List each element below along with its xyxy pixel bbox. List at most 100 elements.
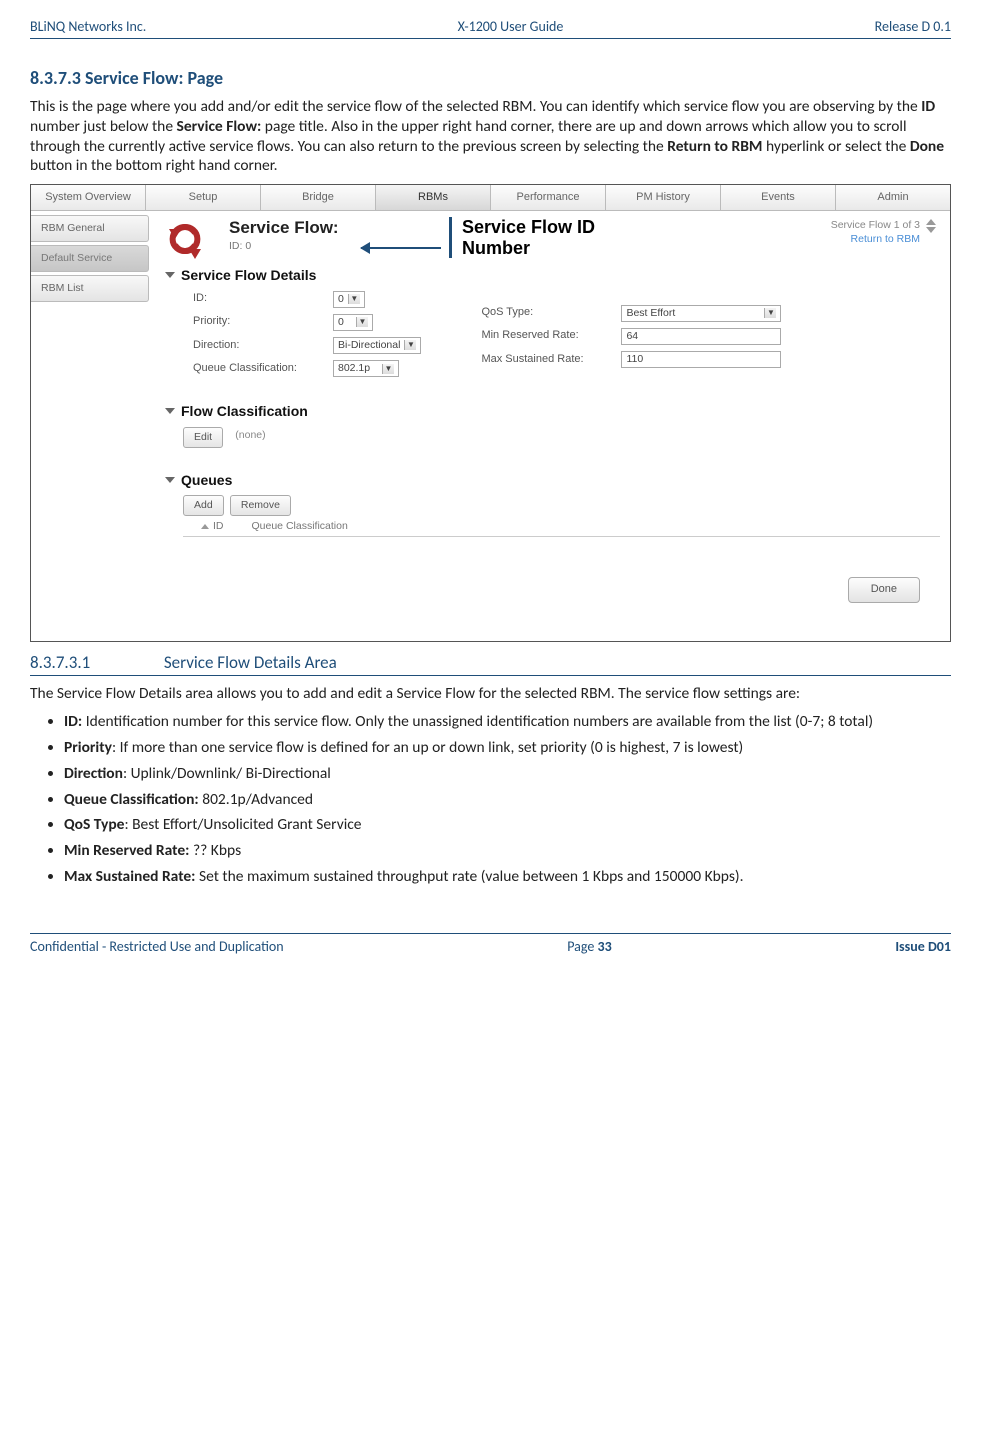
- pager-area: Service Flow 1 of 3 Return to RBM: [831, 219, 936, 246]
- li-bold: Min Reserved Rate:: [64, 841, 189, 860]
- select-direction[interactable]: Bi-Directional▼: [333, 337, 421, 354]
- input-min-reserved[interactable]: 64: [621, 328, 781, 345]
- li-text: : Uplink/Downlink/ Bi-Directional: [123, 764, 331, 783]
- annot-l1: Service Flow ID: [462, 217, 595, 237]
- sec-num: 8.3.7.3: [30, 67, 81, 89]
- annotation-arrow: [361, 247, 441, 249]
- select-priority[interactable]: 0▼: [333, 314, 373, 331]
- val: 0: [338, 316, 344, 329]
- caret-icon[interactable]: [165, 408, 175, 414]
- bold-id: ID: [921, 97, 935, 116]
- hdr-left: BLiNQ Networks Inc.: [30, 18, 146, 36]
- grp-label: Flow Classification: [181, 403, 308, 419]
- service-flow-id-text: ID: 0: [229, 240, 339, 253]
- li-bold: Max Sustained Rate:: [64, 867, 195, 886]
- col-queue-class[interactable]: Queue Classification: [252, 520, 348, 533]
- tab-system-overview[interactable]: System Overview: [31, 185, 146, 211]
- li-bold: QoS Type: [64, 815, 124, 834]
- li-text: Identification number for this service f…: [82, 712, 873, 731]
- details-fields: ID:0▼ Priority:0▼ Direction:Bi-Direction…: [193, 291, 940, 378]
- dropdown-icon: ▼: [404, 340, 416, 350]
- lbl-queue-class: Queue Classification:: [193, 362, 333, 376]
- val: 802.1p: [338, 362, 370, 375]
- left-sidebar: RBM General Default Service RBM List: [31, 211, 149, 641]
- bold-sf: Service Flow:: [177, 117, 262, 136]
- list-item: Direction: Uplink/Downlink/ Bi-Direction…: [64, 764, 951, 784]
- remove-button[interactable]: Remove: [230, 495, 291, 516]
- section-heading-83731: 8.3.7.3.1 Service Flow Details Area: [30, 652, 951, 676]
- hdr-right: Release D 0.1: [875, 18, 951, 36]
- list-item: QoS Type: Best Effort/Unsolicited Grant …: [64, 815, 951, 835]
- list-item: Queue Classification: 802.1p/Advanced: [64, 790, 951, 810]
- val: Best Effort: [626, 307, 675, 320]
- screenshot-service-flow-page: System Overview Setup Bridge RBMs Perfor…: [30, 184, 951, 642]
- list-item: Max Sustained Rate: Set the maximum sust…: [64, 867, 951, 887]
- tab-setup[interactable]: Setup: [146, 185, 261, 211]
- grp-label: Queues: [181, 472, 232, 488]
- group-service-flow-details: Service Flow Details: [165, 267, 940, 285]
- tab-bridge[interactable]: Bridge: [261, 185, 376, 211]
- add-button[interactable]: Add: [183, 495, 224, 516]
- dropdown-icon: ▼: [382, 364, 394, 374]
- sort-asc-icon[interactable]: [201, 524, 209, 529]
- select-qos-type[interactable]: Best Effort ▼: [621, 305, 781, 322]
- input-max-sustained[interactable]: 110: [621, 351, 781, 368]
- tab-pm-history[interactable]: PM History: [606, 185, 721, 211]
- flow-none-text: (none): [235, 429, 265, 441]
- top-tabs: System Overview Setup Bridge RBMs Perfor…: [31, 185, 950, 211]
- pager-up-icon[interactable]: [926, 219, 936, 225]
- done-button[interactable]: Done: [848, 577, 920, 603]
- sidebar-default-service[interactable]: Default Service: [31, 245, 149, 272]
- edit-button[interactable]: Edit: [183, 427, 223, 448]
- pager-down-icon[interactable]: [926, 227, 936, 233]
- sidebar-rbm-list[interactable]: RBM List: [31, 275, 149, 302]
- select-queue-class[interactable]: 802.1p ▼: [333, 360, 399, 377]
- bold-done: Done: [910, 137, 944, 156]
- service-flow-header: Service Flow: ID: 0 Service Flow ID Numb…: [165, 217, 940, 259]
- hdr-rule: [30, 38, 951, 39]
- sec2-para: The Service Flow Details area allows you…: [30, 684, 951, 704]
- li-text: Set the maximum sustained throughput rat…: [195, 867, 743, 886]
- tab-rbms[interactable]: RBMs: [376, 185, 491, 211]
- li-bold: Queue Classification:: [64, 790, 199, 809]
- list-item: Min Reserved Rate: ?? Kbps: [64, 841, 951, 861]
- val: 0: [338, 293, 344, 306]
- li-text: ?? Kbps: [189, 841, 241, 860]
- tab-performance[interactable]: Performance: [491, 185, 606, 211]
- li-bold: Priority: [64, 738, 112, 757]
- txt: hyperlink or select the: [762, 137, 909, 156]
- tab-events[interactable]: Events: [721, 185, 836, 211]
- li-text: : Best Effort/Unsolicited Grant Service: [124, 815, 361, 834]
- li-text: 802.1p/Advanced: [199, 790, 313, 809]
- caret-icon[interactable]: [165, 477, 175, 483]
- queues-table-header: ID Queue Classification: [201, 520, 940, 533]
- pg-lbl: Page: [567, 938, 597, 955]
- bold-return: Return to RBM: [667, 137, 762, 156]
- dropdown-icon: ▼: [348, 294, 360, 304]
- select-id[interactable]: 0▼: [333, 291, 365, 308]
- sidebar-rbm-general[interactable]: RBM General: [31, 215, 149, 242]
- dropdown-icon: ▼: [764, 308, 776, 318]
- sec1-paragraph: This is the page where you add and/or ed…: [30, 97, 951, 176]
- return-to-rbm-link[interactable]: Return to RBM: [851, 233, 920, 245]
- list-item: ID: Identification number for this servi…: [64, 712, 951, 732]
- main-panel: Service Flow: ID: 0 Service Flow ID Numb…: [149, 211, 950, 641]
- settings-list: ID: Identification number for this servi…: [30, 712, 951, 887]
- col-id[interactable]: ID: [213, 520, 224, 532]
- lbl-max-sustained: Max Sustained Rate:: [481, 353, 621, 367]
- lbl-min-reserved: Min Reserved Rate:: [481, 329, 621, 343]
- lbl-qos-type: QoS Type:: [481, 306, 621, 320]
- pager-count: Service Flow 1 of 3: [831, 219, 920, 231]
- lbl-priority: Priority:: [193, 315, 333, 329]
- ftr-page: Page 33: [567, 938, 611, 956]
- annot-l2: Number: [462, 238, 530, 258]
- lbl-direction: Direction:: [193, 339, 333, 353]
- caret-icon[interactable]: [165, 272, 175, 278]
- tab-admin[interactable]: Admin: [836, 185, 950, 211]
- lbl-id: ID:: [193, 292, 333, 306]
- section-heading-8373: 8.3.7.3 Service Flow: Page: [30, 67, 951, 90]
- dropdown-icon: ▼: [356, 317, 368, 327]
- list-item: Priority: If more than one service flow …: [64, 738, 951, 758]
- shot-body: RBM General Default Service RBM List Ser…: [31, 211, 950, 641]
- page-footer: Confidential - Restricted Use and Duplic…: [30, 938, 951, 958]
